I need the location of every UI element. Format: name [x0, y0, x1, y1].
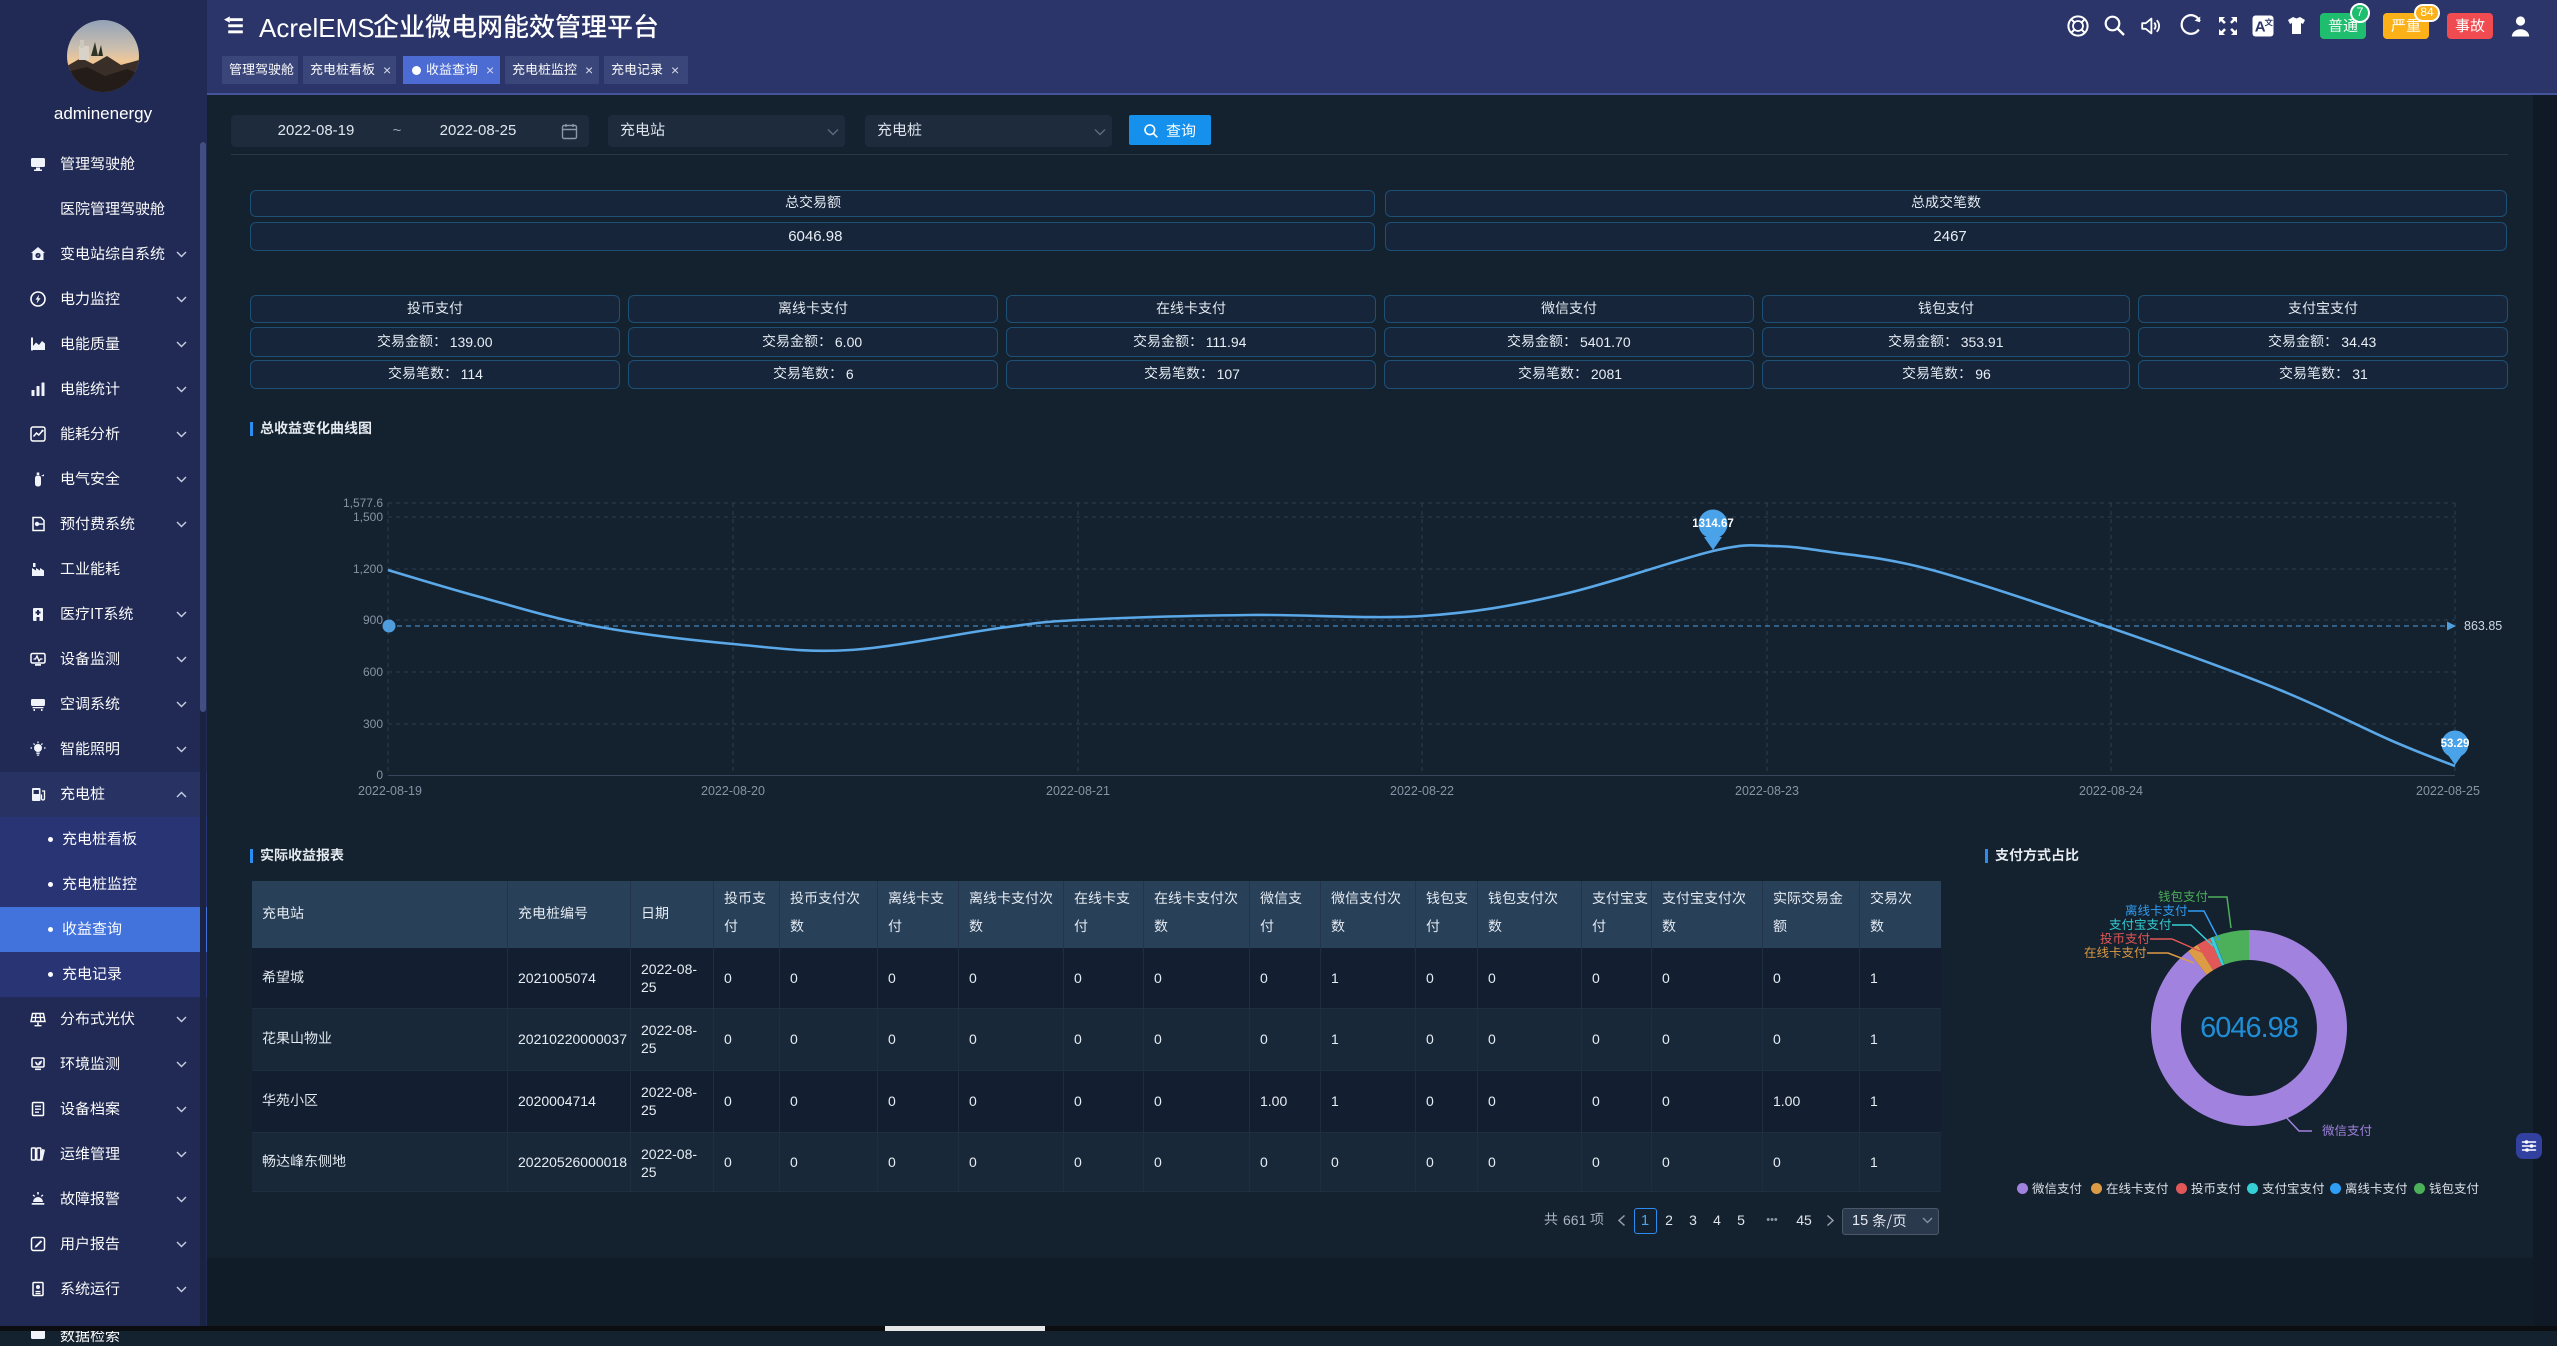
svg-text:1,577.6: 1,577.6 [343, 496, 383, 510]
svg-text:A: A [2255, 19, 2266, 36]
svg-text:1,200: 1,200 [353, 562, 383, 576]
svg-text:600: 600 [363, 665, 383, 679]
svg-text:900: 900 [363, 613, 383, 627]
svg-text:2022-08-21: 2022-08-21 [1046, 784, 1110, 798]
svg-text:2022-08-25: 2022-08-25 [2416, 784, 2480, 798]
svg-text:2022-08-20: 2022-08-20 [701, 784, 765, 798]
svg-text:863.85: 863.85 [2464, 619, 2502, 633]
svg-text:2022-08-23: 2022-08-23 [1735, 784, 1799, 798]
svg-text:2022-08-22: 2022-08-22 [1390, 784, 1454, 798]
svg-text:2022-08-24: 2022-08-24 [2079, 784, 2143, 798]
svg-text:53.29: 53.29 [2441, 738, 2470, 750]
svg-text:0: 0 [376, 768, 383, 782]
svg-text:1314.67: 1314.67 [1692, 518, 1734, 530]
svg-text:1,500: 1,500 [353, 510, 383, 524]
svg-text:2022-08-19: 2022-08-19 [358, 784, 422, 798]
svg-text:300: 300 [363, 717, 383, 731]
